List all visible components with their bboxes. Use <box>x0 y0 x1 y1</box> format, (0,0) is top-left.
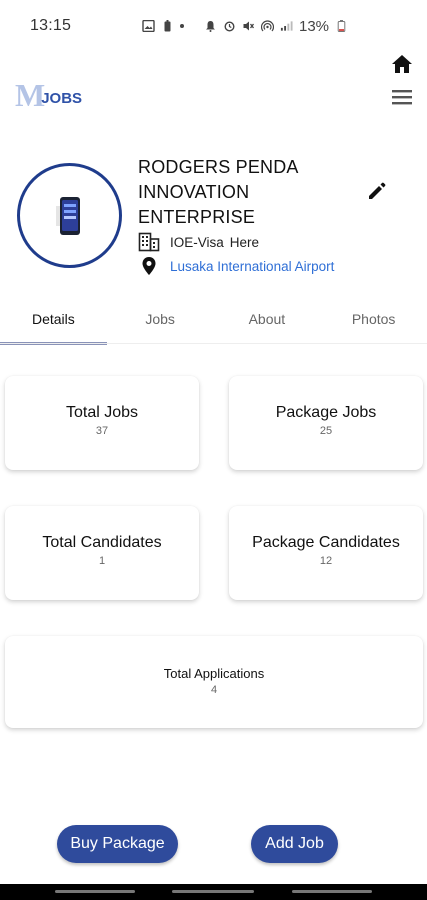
visa-row: IOE-Visa Here <box>138 232 259 252</box>
package-candidates-value: 12 <box>319 555 333 567</box>
total-jobs-card[interactable]: Total Jobs 37 <box>5 376 199 470</box>
location-pin-icon <box>142 257 156 275</box>
status-time: 13:15 <box>30 17 72 34</box>
gallery-notification-icon <box>142 20 155 32</box>
app-header: M JOBS <box>0 52 427 132</box>
package-jobs-value: 25 <box>319 425 333 437</box>
total-applications-label: Total Applications <box>163 666 265 681</box>
logo-mark: M <box>15 77 45 113</box>
home-icon[interactable] <box>391 54 413 74</box>
buy-package-button[interactable]: Buy Package <box>57 825 178 863</box>
hotspot-icon <box>261 20 274 32</box>
visa-here-link[interactable]: Here <box>230 235 259 250</box>
total-applications-value: 4 <box>210 684 218 696</box>
package-candidates-label: Package Candidates <box>252 534 400 551</box>
signal-icon <box>280 21 293 31</box>
tab-details[interactable]: Details <box>0 303 107 345</box>
location-row: Lusaka International Airport <box>138 256 334 276</box>
battery-notification-icon <box>164 20 171 32</box>
add-job-button[interactable]: Add Job <box>251 825 338 863</box>
total-candidates-value: 1 <box>98 555 106 567</box>
company-name: RODGERS PENDA INNOVATION ENTERPRISE <box>138 157 298 227</box>
edit-icon[interactable] <box>367 181 387 201</box>
total-candidates-card[interactable]: Total Candidates 1 <box>5 506 199 600</box>
total-applications-card[interactable]: Total Applications 4 <box>5 636 423 728</box>
battery-icon <box>337 20 346 32</box>
tab-jobs[interactable]: Jobs <box>107 303 214 345</box>
phone-image-icon <box>55 196 80 235</box>
status-bar: 13:15 13% <box>0 0 427 52</box>
mute-icon <box>243 21 255 31</box>
alarm-icon <box>224 21 235 32</box>
profile-tabs: Details Jobs About Photos <box>0 303 427 345</box>
logo-text: JOBS <box>41 90 83 107</box>
menu-icon[interactable] <box>391 88 413 106</box>
bell-icon <box>206 21 215 32</box>
battery-percent: 13% <box>299 17 330 35</box>
nav-recents-handle[interactable] <box>292 890 372 893</box>
status-icons: 13% <box>142 0 348 52</box>
system-nav-bar <box>0 884 427 900</box>
building-icon <box>138 232 160 252</box>
nav-back-handle[interactable] <box>55 890 135 893</box>
package-candidates-card[interactable]: Package Candidates 12 <box>229 506 423 600</box>
more-notifications-dot <box>180 24 184 28</box>
app-logo[interactable]: M JOBS <box>15 77 83 113</box>
total-jobs-label: Total Jobs <box>65 404 139 421</box>
total-jobs-value: 37 <box>95 425 109 437</box>
location-link[interactable]: Lusaka International Airport <box>170 259 334 274</box>
total-candidates-label: Total Candidates <box>42 534 162 551</box>
tab-divider <box>0 343 427 344</box>
company-profile: RODGERS PENDA INNOVATION ENTERPRISE IOE-… <box>0 155 427 285</box>
tab-photos[interactable]: Photos <box>320 303 427 345</box>
nav-home-handle[interactable] <box>172 890 254 893</box>
package-jobs-label: Package Jobs <box>275 404 377 421</box>
company-avatar[interactable] <box>17 163 122 268</box>
package-jobs-card[interactable]: Package Jobs 25 <box>229 376 423 470</box>
visa-label: IOE-Visa <box>170 234 224 250</box>
tab-about[interactable]: About <box>214 303 321 345</box>
